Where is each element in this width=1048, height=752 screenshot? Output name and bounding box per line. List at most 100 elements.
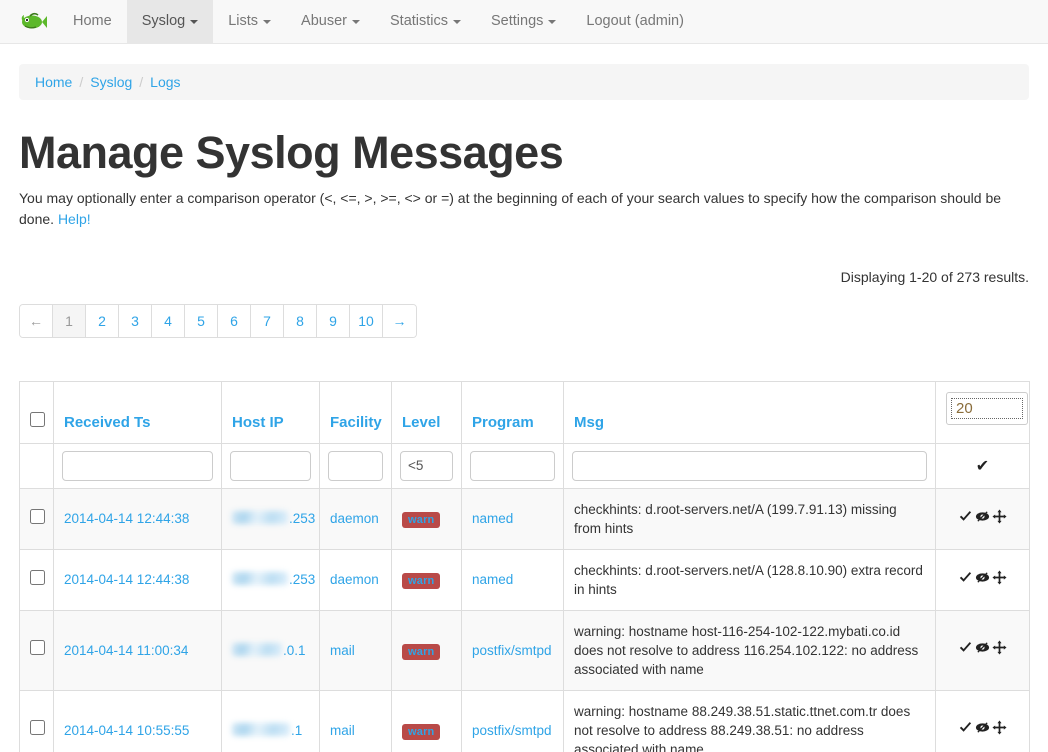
chevron-down-icon	[263, 20, 271, 24]
check-icon[interactable]	[958, 720, 973, 735]
pagination-page-6[interactable]: 6	[218, 305, 251, 337]
pagination-page-5[interactable]: 5	[185, 305, 218, 337]
pagination-page-4[interactable]: 4	[152, 305, 185, 337]
cell-level: warn	[392, 488, 462, 549]
cell-host-ip: .253	[222, 549, 320, 610]
pagination-page-1[interactable]: 1	[53, 305, 86, 337]
page-description: You may optionally enter a comparison op…	[19, 188, 1029, 230]
filter-input-msg[interactable]	[572, 451, 927, 481]
pagination-page-9[interactable]: 9	[317, 305, 350, 337]
column-header-msg[interactable]: Msg	[564, 381, 936, 443]
cell-facility: mail	[320, 610, 392, 690]
cell-facility: daemon	[320, 488, 392, 549]
row-checkbox[interactable]	[30, 509, 45, 524]
move-icon[interactable]	[992, 509, 1007, 524]
breadcrumb-item-syslog[interactable]: Syslog	[90, 74, 132, 90]
redaction-blur	[232, 572, 288, 585]
status-badge: warn	[402, 724, 440, 740]
program-link[interactable]: named	[472, 572, 513, 587]
pagination-next[interactable]: →	[383, 305, 416, 337]
row-checkbox[interactable]	[30, 570, 45, 585]
eye-icon[interactable]	[975, 640, 990, 655]
received-ts-link[interactable]: 2014-04-14 10:55:55	[64, 723, 189, 738]
column-header-program[interactable]: Program	[462, 381, 564, 443]
nav-item-label: Settings	[491, 14, 543, 29]
filter-input-program[interactable]	[470, 451, 555, 481]
breadcrumb-item-home[interactable]: Home	[35, 74, 72, 90]
table-row: 2014-04-14 11:00:34 .0.1 mail warn postf…	[20, 610, 1030, 690]
pagination-page-7[interactable]: 7	[251, 305, 284, 337]
move-icon[interactable]	[992, 570, 1007, 585]
filter-input-host-ip[interactable]	[230, 451, 311, 481]
column-header-host-ip[interactable]: Host IP	[222, 381, 320, 443]
eye-icon[interactable]	[975, 720, 990, 735]
move-icon[interactable]	[992, 720, 1007, 735]
row-action-icons	[958, 570, 1007, 585]
program-link[interactable]: postfix/smtpd	[472, 643, 552, 658]
nav-item-abuser[interactable]: Abuser	[286, 0, 375, 43]
row-action-icons	[958, 640, 1007, 655]
move-icon[interactable]	[992, 640, 1007, 655]
row-checkbox[interactable]	[30, 640, 45, 655]
program-link[interactable]: postfix/smtpd	[472, 723, 552, 738]
cell-host-ip: .1	[222, 690, 320, 752]
nav-item-logout[interactable]: Logout (admin)	[571, 0, 699, 43]
pagination-page-2[interactable]: 2	[86, 305, 119, 337]
host-ip-tail: .0.1	[283, 641, 306, 660]
received-ts-link[interactable]: 2014-04-14 12:44:38	[64, 572, 189, 587]
redaction-blur	[232, 723, 290, 736]
facility-link[interactable]: daemon	[330, 572, 379, 587]
check-icon[interactable]	[958, 570, 973, 585]
row-checkbox[interactable]	[30, 720, 45, 735]
breadcrumb-item-logs[interactable]: Logs	[150, 74, 180, 90]
per-page-box[interactable]: 20	[946, 392, 1028, 425]
check-icon[interactable]	[958, 640, 973, 655]
eye-icon[interactable]	[975, 570, 990, 585]
filter-input-facility[interactable]	[328, 451, 383, 481]
pagination-page-3[interactable]: 3	[119, 305, 152, 337]
pagination-page-10[interactable]: 10	[350, 305, 383, 337]
nav-items: Home Syslog Lists Abuser Statistics Sett…	[58, 0, 699, 43]
pagination-prev[interactable]: ←	[20, 305, 53, 337]
table-row: 2014-04-14 12:44:38 .253 daemon warn nam…	[20, 549, 1030, 610]
select-all-checkbox[interactable]	[30, 412, 45, 427]
redaction-blur	[232, 511, 288, 524]
row-select-cell	[20, 488, 54, 549]
help-link[interactable]: Help!	[58, 211, 91, 227]
facility-link[interactable]: daemon	[330, 511, 379, 526]
nav-item-settings[interactable]: Settings	[476, 0, 571, 43]
table-header-row: Received Ts Host IP Facility Level Progr…	[20, 381, 1030, 443]
filter-input-received-ts[interactable]	[62, 451, 213, 481]
fish-logo-icon	[17, 9, 47, 35]
breadcrumb-separator: /	[79, 74, 83, 90]
column-header-received-ts[interactable]: Received Ts	[54, 381, 222, 443]
cell-level: warn	[392, 549, 462, 610]
nav-item-statistics[interactable]: Statistics	[375, 0, 476, 43]
pagination-page-8[interactable]: 8	[284, 305, 317, 337]
apply-filter-icon[interactable]: ✔	[976, 458, 989, 475]
per-page-input[interactable]: 20	[951, 398, 1023, 419]
host-ip-tail: .1	[291, 721, 302, 740]
nav-item-syslog[interactable]: Syslog	[127, 0, 214, 43]
facility-link[interactable]: mail	[330, 643, 355, 658]
eye-icon[interactable]	[975, 509, 990, 524]
cell-msg: warning: hostname host-116-254-102-122.m…	[564, 610, 936, 690]
results-info: Displaying 1-20 of 273 results.	[19, 269, 1029, 285]
received-ts-link[interactable]: 2014-04-14 11:00:34	[64, 643, 188, 658]
page-container: Home / Syslog / Logs Manage Syslog Messa…	[19, 64, 1029, 752]
check-icon[interactable]	[958, 509, 973, 524]
nav-item-home[interactable]: Home	[58, 0, 127, 43]
facility-link[interactable]: mail	[330, 723, 355, 738]
cell-program: named	[462, 549, 564, 610]
received-ts-link[interactable]: 2014-04-14 12:44:38	[64, 511, 189, 526]
filter-input-level[interactable]	[400, 451, 453, 481]
brand-logo[interactable]	[0, 0, 58, 43]
program-link[interactable]: named	[472, 511, 513, 526]
nav-item-lists[interactable]: Lists	[213, 0, 286, 43]
column-header-level[interactable]: Level	[392, 381, 462, 443]
column-header-facility[interactable]: Facility	[320, 381, 392, 443]
cell-received-ts: 2014-04-14 11:00:34	[54, 610, 222, 690]
redaction-blur	[232, 643, 282, 656]
filter-row: ✔	[20, 443, 1030, 488]
row-select-cell	[20, 610, 54, 690]
